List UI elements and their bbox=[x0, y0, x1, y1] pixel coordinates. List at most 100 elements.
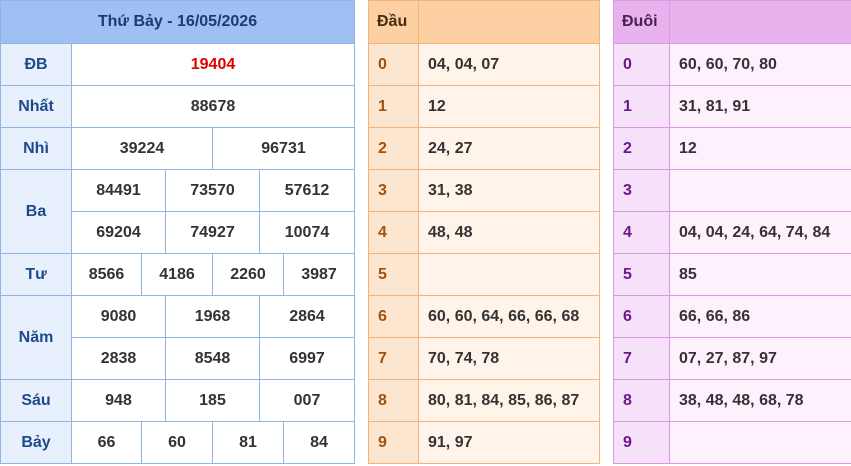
prize-row-sau: Sáu 948 185 007 bbox=[0, 379, 355, 422]
prize-row-nhat: Nhất 88678 bbox=[0, 85, 355, 128]
duoi-row: 0 60, 60, 70, 80 bbox=[613, 43, 851, 86]
duoi-value: 07, 27, 87, 97 bbox=[669, 337, 851, 380]
duoi-row: 5 85 bbox=[613, 253, 851, 296]
dau-key: 4 bbox=[368, 211, 419, 254]
dau-value: 48, 48 bbox=[418, 211, 600, 254]
prize-value-nam: 1968 bbox=[165, 295, 260, 338]
prize-value-nam: 2864 bbox=[259, 295, 355, 338]
prize-value-sau: 185 bbox=[165, 379, 260, 422]
dau-key: 9 bbox=[368, 421, 419, 464]
prize-value-nam: 8548 bbox=[165, 337, 260, 380]
prize-value-tu: 8566 bbox=[71, 253, 142, 296]
duoi-key: 0 bbox=[613, 43, 670, 86]
duoi-value: 38, 48, 48, 68, 78 bbox=[669, 379, 851, 422]
duoi-header: Đuôi bbox=[613, 0, 670, 44]
dau-value: 04, 04, 07 bbox=[418, 43, 600, 86]
dau-key: 5 bbox=[368, 253, 419, 296]
dau-key: 0 bbox=[368, 43, 419, 86]
duoi-key: 6 bbox=[613, 295, 670, 338]
dau-key: 6 bbox=[368, 295, 419, 338]
prize-value-bay: 81 bbox=[212, 421, 284, 464]
prize-value-ba: 84491 bbox=[71, 169, 166, 212]
prize-value-nam: 2838 bbox=[71, 337, 166, 380]
duoi-row: 1 31, 81, 91 bbox=[613, 85, 851, 128]
duoi-key: 2 bbox=[613, 127, 670, 170]
prize-value-tu: 3987 bbox=[283, 253, 355, 296]
prize-value-nhi: 39224 bbox=[71, 127, 213, 170]
dau-header: Đầu bbox=[368, 0, 419, 44]
prize-label-tu: Tư bbox=[0, 253, 72, 296]
dau-row: 3 31, 38 bbox=[368, 169, 600, 212]
duoi-value: 85 bbox=[669, 253, 851, 296]
dau-row: 5 bbox=[368, 253, 600, 296]
dau-key: 7 bbox=[368, 337, 419, 380]
prize-row-nam: Năm 9080 1968 2864 bbox=[0, 295, 355, 380]
prize-label-bay: Bảy bbox=[0, 421, 72, 464]
prize-value-bay: 60 bbox=[141, 421, 213, 464]
dau-table: Đầu 0 04, 04, 07 1 12 2 24, 27 3 31, 38 4 48,… bbox=[368, 0, 600, 464]
duoi-key: 4 bbox=[613, 211, 670, 254]
dau-row: 1 12 bbox=[368, 85, 600, 128]
prize-label-ba: Ba bbox=[0, 169, 72, 254]
duoi-key: 5 bbox=[613, 253, 670, 296]
duoi-row: 9 bbox=[613, 421, 851, 464]
dau-value: 24, 27 bbox=[418, 127, 600, 170]
dau-value: 60, 60, 64, 66, 66, 68 bbox=[418, 295, 600, 338]
prize-value-nhi: 96731 bbox=[212, 127, 355, 170]
dau-row: 9 91, 97 bbox=[368, 421, 600, 464]
dau-value: 91, 97 bbox=[418, 421, 600, 464]
prize-row-nhi: Nhì 39224 96731 bbox=[0, 127, 355, 170]
dau-value bbox=[418, 253, 600, 296]
dau-key: 8 bbox=[368, 379, 419, 422]
duoi-key: 1 bbox=[613, 85, 670, 128]
prize-label-nam: Năm bbox=[0, 295, 72, 380]
dau-value: 31, 38 bbox=[418, 169, 600, 212]
dau-key: 3 bbox=[368, 169, 419, 212]
duoi-row: 2 12 bbox=[613, 127, 851, 170]
dau-key: 2 bbox=[368, 127, 419, 170]
duoi-key: 9 bbox=[613, 421, 670, 464]
duoi-row: 6 66, 66, 86 bbox=[613, 295, 851, 338]
duoi-value: 60, 60, 70, 80 bbox=[669, 43, 851, 86]
duoi-row: 8 38, 48, 48, 68, 78 bbox=[613, 379, 851, 422]
dau-row: 2 24, 27 bbox=[368, 127, 600, 170]
duoi-header-blank bbox=[669, 0, 851, 44]
prize-value-ba: 74927 bbox=[165, 211, 260, 254]
prize-value-tu: 4186 bbox=[141, 253, 213, 296]
prize-label-nhat: Nhất bbox=[0, 85, 72, 128]
duoi-value: 66, 66, 86 bbox=[669, 295, 851, 338]
duoi-key: 8 bbox=[613, 379, 670, 422]
prize-value-tu: 2260 bbox=[212, 253, 284, 296]
prize-value-ba: 73570 bbox=[165, 169, 260, 212]
dau-header-blank bbox=[418, 0, 600, 44]
dau-key: 1 bbox=[368, 85, 419, 128]
duoi-value bbox=[669, 169, 851, 212]
prize-row-ba: Ba 84491 73570 57612 bbox=[0, 169, 355, 254]
prize-value-ba: 10074 bbox=[259, 211, 355, 254]
prize-value-nam: 6997 bbox=[259, 337, 355, 380]
dau-row: 0 04, 04, 07 bbox=[368, 43, 600, 86]
duoi-row: 4 04, 04, 24, 64, 74, 84 bbox=[613, 211, 851, 254]
duoi-key: 7 bbox=[613, 337, 670, 380]
dau-row: 6 60, 60, 64, 66, 66, 68 bbox=[368, 295, 600, 338]
prize-label-sau: Sáu bbox=[0, 379, 72, 422]
prize-value-bay: 66 bbox=[71, 421, 142, 464]
results-table: Thứ Bảy - 16/05/2026 ĐB 19404 Nhất 88678… bbox=[0, 0, 355, 464]
results-title: Thứ Bảy - 16/05/2026 bbox=[0, 0, 355, 44]
prize-row-bay: Bảy 66 60 81 84 bbox=[0, 421, 355, 464]
prize-value-sau: 007 bbox=[259, 379, 355, 422]
duoi-value: 04, 04, 24, 64, 74, 84 bbox=[669, 211, 851, 254]
duoi-value: 12 bbox=[669, 127, 851, 170]
prize-label-nhi: Nhì bbox=[0, 127, 72, 170]
prize-value-ba: 57612 bbox=[259, 169, 355, 212]
duoi-value bbox=[669, 421, 851, 464]
duoi-table: Đuôi 0 60, 60, 70, 80 1 31, 81, 91 2 12 3 4… bbox=[613, 0, 851, 464]
prize-value-nam: 9080 bbox=[71, 295, 166, 338]
duoi-value: 31, 81, 91 bbox=[669, 85, 851, 128]
dau-value: 80, 81, 84, 85, 86, 87 bbox=[418, 379, 600, 422]
prize-value-nhat: 88678 bbox=[71, 85, 355, 128]
duoi-row: 7 07, 27, 87, 97 bbox=[613, 337, 851, 380]
dau-row: 8 80, 81, 84, 85, 86, 87 bbox=[368, 379, 600, 422]
prize-label-db: ĐB bbox=[0, 43, 72, 86]
prize-row-db: ĐB 19404 bbox=[0, 43, 355, 86]
